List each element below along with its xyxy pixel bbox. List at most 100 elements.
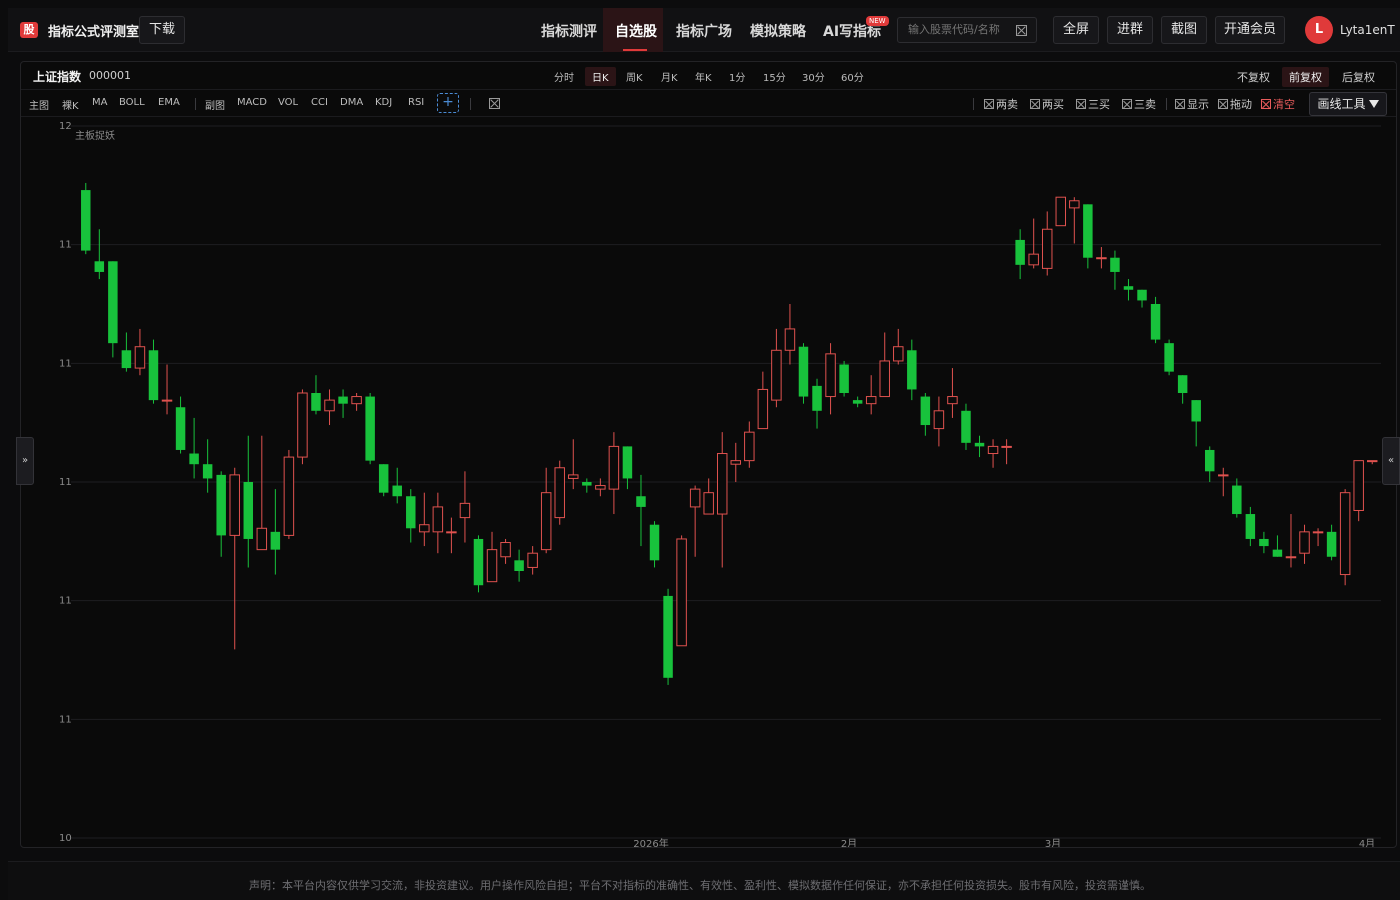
drawing-tools-dropdown[interactable]: 画线工具 — [1309, 92, 1387, 116]
candle[interactable] — [987, 439, 999, 468]
search-icon[interactable] — [1016, 25, 1027, 36]
indicator-cci[interactable]: CCI — [311, 97, 328, 108]
candle[interactable] — [893, 328, 904, 365]
indicator-settings-icon[interactable] — [489, 98, 500, 109]
candle[interactable] — [730, 442, 742, 482]
candle[interactable] — [1299, 524, 1310, 564]
candle[interactable] — [486, 531, 498, 583]
candle[interactable] — [243, 435, 254, 568]
candle[interactable] — [716, 432, 728, 568]
candle[interactable] — [1150, 296, 1161, 344]
candle[interactable] — [392, 467, 402, 504]
clear-drawings-button[interactable]: 清空 — [1261, 96, 1295, 112]
toggle-three-sell[interactable]: 三卖 — [1122, 96, 1156, 112]
candle[interactable] — [500, 538, 511, 564]
candle[interactable] — [175, 396, 186, 454]
candlestick-chart[interactable]: 12 11 11 11 11 11 10 2026年 2月 3月 4月 主板捉妖 — [21, 118, 1395, 847]
candle[interactable] — [94, 229, 105, 280]
candle[interactable] — [540, 467, 552, 554]
candle[interactable] — [1015, 229, 1025, 280]
period-15min[interactable]: 15分 — [756, 67, 793, 86]
candle[interactable] — [108, 261, 118, 358]
candle[interactable] — [1110, 250, 1120, 290]
candle[interactable] — [1069, 197, 1080, 244]
candle[interactable] — [446, 517, 457, 554]
period-weekly[interactable]: 周K — [619, 67, 650, 86]
candle[interactable] — [1055, 196, 1067, 227]
adjust-forward[interactable]: 前复权 — [1282, 67, 1329, 87]
candle[interactable] — [1096, 247, 1107, 269]
candle[interactable] — [432, 492, 444, 554]
candle[interactable] — [473, 535, 484, 593]
candle[interactable] — [527, 546, 538, 575]
candle[interactable] — [297, 389, 308, 465]
candle[interactable] — [1272, 535, 1283, 557]
candle[interactable] — [839, 360, 849, 397]
adjust-backward[interactable]: 后复权 — [1335, 67, 1382, 87]
indicator-kdj[interactable]: KDJ — [375, 97, 392, 108]
stock-search-input[interactable] — [908, 23, 1018, 36]
candle[interactable] — [1123, 279, 1134, 301]
user-avatar[interactable]: L — [1305, 16, 1333, 44]
adjust-none[interactable]: 不复权 — [1230, 67, 1277, 87]
vip-membership-button[interactable]: 开通会员 — [1215, 16, 1285, 44]
candle[interactable] — [649, 521, 660, 568]
candle[interactable] — [825, 343, 836, 415]
toggle-two-sell[interactable]: 两卖 — [984, 96, 1018, 112]
toggle-three-buy[interactable]: 三买 — [1076, 96, 1110, 112]
candle[interactable] — [148, 339, 159, 404]
candle[interactable] — [1204, 446, 1215, 482]
candle[interactable] — [933, 396, 945, 447]
candle[interactable] — [406, 489, 416, 543]
indicator-ema[interactable]: EMA — [158, 97, 180, 108]
candle[interactable] — [216, 471, 226, 557]
candle[interactable] — [812, 378, 822, 429]
candle[interactable] — [703, 478, 714, 515]
stock-search-box[interactable] — [897, 17, 1037, 43]
candle[interactable] — [378, 464, 389, 497]
candle[interactable] — [961, 403, 971, 450]
candle[interactable] — [1177, 375, 1188, 404]
candle[interactable] — [622, 446, 633, 490]
candle[interactable] — [852, 396, 863, 408]
candle[interactable] — [365, 393, 375, 465]
candle[interactable] — [1191, 400, 1201, 447]
candle[interactable] — [865, 375, 877, 415]
join-group-button[interactable]: 进群 — [1107, 16, 1153, 44]
candle[interactable] — [1285, 514, 1297, 568]
period-60min[interactable]: 60分 — [834, 67, 871, 86]
period-30min[interactable]: 30分 — [795, 67, 832, 86]
candle[interactable] — [744, 421, 755, 468]
candle[interactable] — [283, 449, 295, 539]
candle[interactable] — [1312, 528, 1324, 547]
expand-right-panel-button[interactable]: « — [1382, 437, 1400, 485]
candle[interactable] — [1232, 478, 1242, 518]
period-intraday[interactable]: 分时 — [547, 67, 581, 86]
candle[interactable] — [338, 389, 348, 418]
candle[interactable] — [920, 393, 931, 436]
candle[interactable] — [974, 435, 985, 458]
indicator-rsi[interactable]: RSI — [408, 97, 424, 108]
candle[interactable] — [582, 478, 592, 493]
indicator-vol[interactable]: VOL — [278, 97, 298, 108]
candle[interactable] — [189, 417, 199, 479]
screenshot-button[interactable]: 截图 — [1161, 16, 1207, 44]
candle[interactable] — [270, 489, 281, 575]
indicator-dma[interactable]: DMA — [340, 97, 363, 108]
nav-simulated-strategy[interactable]: 模拟策略 — [750, 21, 806, 41]
candle[interactable] — [121, 332, 132, 372]
candle[interactable] — [324, 389, 335, 426]
fullscreen-button[interactable]: 全屏 — [1053, 16, 1099, 44]
period-daily[interactable]: 日K — [585, 67, 616, 86]
candle[interactable] — [1259, 531, 1269, 554]
nav-indicator-square[interactable]: 指标广场 — [676, 21, 732, 41]
candle[interactable] — [229, 467, 240, 650]
toggle-drag[interactable]: 拖动 — [1218, 96, 1252, 112]
candle[interactable] — [554, 460, 565, 525]
candle[interactable] — [1028, 218, 1039, 269]
candle[interactable] — [771, 328, 782, 408]
nav-watchlist[interactable]: 自选股 — [615, 21, 657, 41]
candle[interactable] — [514, 549, 524, 582]
candle[interactable] — [1326, 524, 1337, 561]
candle[interactable] — [1339, 489, 1351, 586]
